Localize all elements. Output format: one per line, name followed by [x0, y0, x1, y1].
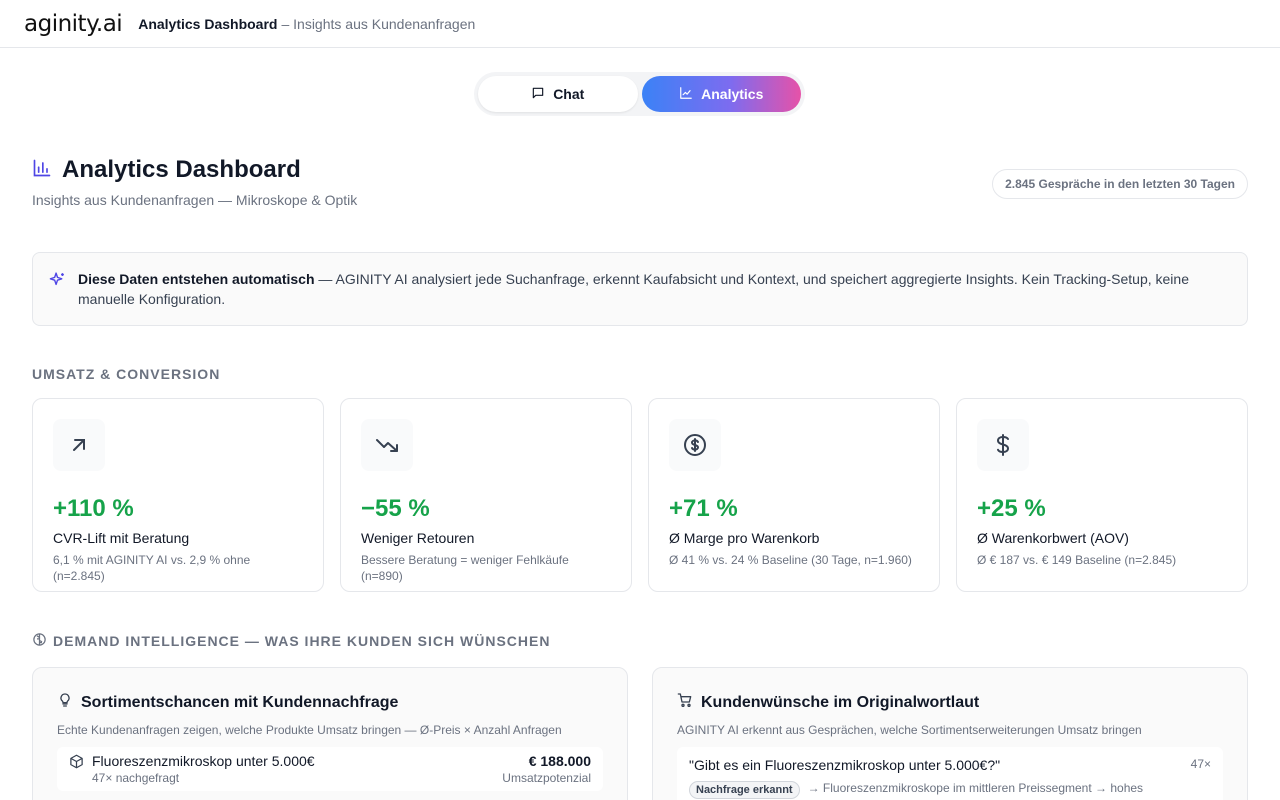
kpi-card: +25 % Ø Warenkorbwert (AOV) Ø € 187 vs. … — [956, 398, 1248, 592]
header-title: Analytics Dashboard — [138, 15, 278, 32]
panel-title: Kundenwünsche im Originalwortlaut — [701, 693, 980, 711]
page-title: Analytics Dashboard — [62, 156, 301, 183]
dollar-icon — [977, 419, 1029, 471]
sparkles-icon — [49, 269, 66, 325]
info-banner: Diese Daten entstehen automatisch — AGIN… — [32, 252, 1248, 326]
page-heading: Analytics Dashboard Insights aus Kundena… — [32, 156, 1248, 208]
header-subtitle: – Insights aus Kundenanfragen — [281, 15, 476, 32]
arrow-up-right-icon — [53, 419, 105, 471]
dollar-circle-icon — [669, 419, 721, 471]
panel-title: Sortimentschancen mit Kundennachfrage — [81, 693, 399, 711]
kpi-label: Ø Warenkorbwert (AOV) — [977, 530, 1129, 546]
kpi-note: Ø 41 % vs. 24 % Baseline (30 Tage, n=1.9… — [669, 553, 912, 567]
bar-chart-icon — [32, 158, 52, 183]
analytics-tab-label: Analytics — [701, 86, 764, 102]
analytics-tab[interactable]: Analytics — [641, 76, 801, 112]
kpi-value: −55 % — [361, 495, 430, 522]
customer-quote: "Gibt es ein Fluoreszenzmikroskop unter … — [689, 757, 1001, 773]
banner-text: Diese Daten entstehen automatisch — AGIN… — [78, 269, 1227, 325]
kpi-note: Bessere Beratung = weniger Fehlkäufe (n=… — [361, 553, 569, 583]
kpi-card: +110 % CVR-Lift mit Beratung 6,1 % mit A… — [32, 398, 324, 592]
section-label-demand: DEMAND INTELLIGENCE — WAS IHRE KUNDEN SI… — [32, 632, 550, 650]
kpi-card: −55 % Weniger Retouren Bessere Beratung … — [340, 398, 632, 592]
package-icon — [69, 753, 84, 785]
list-item[interactable]: "Gibt es ein Fluoreszenzmikroskop unter … — [677, 747, 1223, 800]
panel-subtitle: Echte Kundenanfragen zeigen, welche Prod… — [57, 723, 562, 737]
kpi-value: +110 % — [53, 495, 134, 522]
view-toggle: Chat Analytics — [474, 72, 805, 116]
lightbulb-icon — [57, 692, 73, 713]
quote-count: 47× — [1190, 757, 1211, 771]
kpi-card: +71 % Ø Marge pro Warenkorb Ø 41 % vs. 2… — [648, 398, 940, 592]
status-badge: Nachfrage erkannt — [689, 781, 800, 799]
conversation-count-badge: 2.845 Gespräche in den letzten 30 Tagen — [992, 169, 1248, 199]
assortment-panel: Sortimentschancen mit Kundennachfrage Ec… — [32, 667, 628, 800]
chat-tab-label: Chat — [553, 86, 585, 102]
request-count: 47× nachgefragt — [92, 771, 180, 785]
section-label-revenue: UMSATZ & CONVERSION — [32, 366, 220, 382]
section-label-revenue-text: UMSATZ & CONVERSION — [32, 366, 221, 382]
banner-bold: Diese Daten entstehen automatisch — [78, 271, 315, 287]
panel-subtitle: AGINITY AI erkennt aus Gesprächen, welch… — [677, 723, 1142, 737]
chat-bubble-icon — [531, 86, 545, 103]
top-bar: aginity.ai Analytics Dashboard – Insight… — [0, 0, 1280, 48]
trending-down-icon — [361, 419, 413, 471]
revenue-potential-value: € 188.000 — [528, 753, 591, 769]
revenue-potential-label: Umsatzpotenzial — [502, 771, 591, 785]
kpi-cards: +110 % CVR-Lift mit Beratung 6,1 % mit A… — [32, 398, 1248, 592]
list-item[interactable]: Fluoreszenzmikroskop unter 5.000€ 47× na… — [57, 747, 603, 791]
logo[interactable]: aginity.ai — [24, 11, 123, 37]
kpi-note: Ø € 187 vs. € 149 Baseline (n=2.845) — [977, 553, 1177, 567]
section-label-demand-text: DEMAND INTELLIGENCE — WAS IHRE KUNDEN SI… — [53, 633, 551, 649]
kpi-value: +25 % — [977, 495, 1046, 522]
customer-wishes-panel: Kundenwünsche im Originalwortlaut AGINIT… — [652, 667, 1248, 800]
kpi-label: CVR-Lift mit Beratung — [53, 530, 190, 546]
quote-insight: → Fluoreszenzmikroskope im mittleren Pre… — [807, 781, 1144, 795]
kpi-label: Weniger Retouren — [361, 530, 475, 546]
chat-tab[interactable]: Chat — [478, 76, 638, 112]
product-name: Fluoreszenzmikroskop unter 5.000€ — [92, 753, 315, 769]
line-chart-icon — [679, 86, 693, 103]
kpi-value: +71 % — [669, 495, 738, 522]
shopping-cart-icon — [677, 692, 693, 713]
brain-icon — [32, 632, 47, 650]
demand-panels: Sortimentschancen mit Kundennachfrage Ec… — [32, 667, 1248, 800]
kpi-label: Ø Marge pro Warenkorb — [669, 530, 820, 546]
kpi-note: 6,1 % mit AGINITY AI vs. 2,9 % ohne (n=2… — [53, 553, 251, 583]
